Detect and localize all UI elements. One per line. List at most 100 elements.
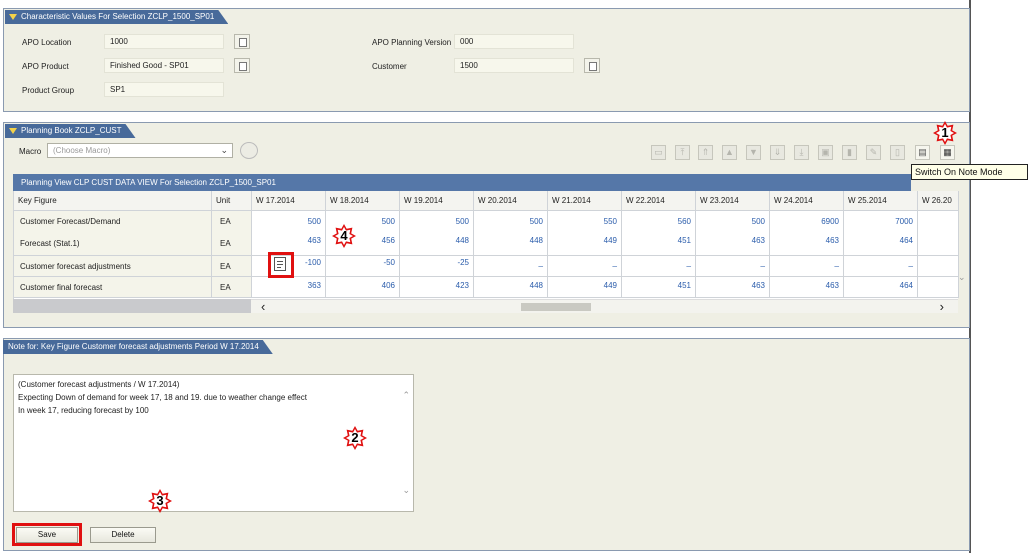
characteristics-title: Characteristic Values For Selection ZCLP… [21, 12, 215, 21]
apo-planning-version-field[interactable]: 000 [454, 34, 574, 49]
annotation-star-2: 2 [343, 426, 367, 450]
apo-product-value-help-icon[interactable] [234, 58, 250, 73]
grid-cell[interactable]: 500 [252, 211, 326, 233]
grid-cell[interactable]: 500 [696, 211, 770, 233]
grid-cell[interactable]: 406 [326, 277, 400, 298]
grid-cell[interactable]: _ [696, 256, 770, 277]
scroll-up-icon[interactable]: ⌃ [402, 389, 410, 402]
grid-cell[interactable]: 448 [400, 233, 474, 256]
grid-cell[interactable]: 500 [400, 211, 474, 233]
collapse-triangle-icon[interactable] [9, 128, 17, 134]
annotation-star-3: 3 [148, 489, 172, 513]
grid-cell[interactable]: 464 [844, 233, 918, 256]
delete-button[interactable]: Delete [90, 527, 156, 543]
grid-cell[interactable]: 449 [548, 277, 622, 298]
grid-cell[interactable]: _ [474, 256, 548, 277]
grid-cell[interactable]: 463 [770, 277, 844, 298]
column-header: W 24.2014 [770, 191, 844, 211]
toolbar-edit-icon[interactable]: ✎ [866, 145, 881, 160]
grid-cell[interactable]: 6900 [770, 211, 844, 233]
grid-cell[interactable]: 448 [474, 277, 548, 298]
scroll-left-icon[interactable]: ‹ [261, 299, 265, 314]
toolbar-up-icon[interactable]: ▲ [722, 145, 737, 160]
grid-cell[interactable] [918, 211, 959, 233]
grid-cell[interactable]: -25 [400, 256, 474, 277]
grid-cell[interactable]: 451 [622, 233, 696, 256]
execute-macro-icon[interactable] [240, 142, 258, 159]
grid-title: Planning View CLP CUST DATA VIEW For Sel… [13, 174, 911, 191]
grid-cell[interactable]: 449 [548, 233, 622, 256]
grid-cell[interactable]: 423 [400, 277, 474, 298]
column-header: W 18.2014 [326, 191, 400, 211]
planning-grid: Key Figure Unit W 17.2014 W 18.2014 W 19… [13, 191, 959, 299]
note-line: Expecting Down of demand for week 17, 18… [18, 393, 307, 402]
toolbar-page-down-icon[interactable]: ⇓ [770, 145, 785, 160]
row-key-figure: Customer Forecast/Demand [14, 211, 212, 233]
toolbar-find-icon[interactable]: ▣ [818, 145, 833, 160]
grid-cell[interactable]: 463 [696, 277, 770, 298]
toolbar-bottom-icon[interactable]: ⤓ [794, 145, 809, 160]
annotation-star-4: 4 [332, 224, 356, 248]
row-unit: EA [212, 211, 252, 233]
row-key-figure: Customer final forecast [14, 277, 212, 298]
switch-on-note-mode-icon[interactable]: ▦ [940, 145, 955, 160]
product-group-field[interactable]: SP1 [104, 82, 224, 97]
toolbar-lock-icon[interactable]: ▮ [842, 145, 857, 160]
grid-cell[interactable]: 560 [622, 211, 696, 233]
grid-cell[interactable]: 463 [770, 233, 844, 256]
customer-field[interactable]: 1500 [454, 58, 574, 73]
grid-cell[interactable]: _ [622, 256, 696, 277]
grid-cell[interactable]: 500 [474, 211, 548, 233]
grid-cell[interactable]: 363 [252, 277, 326, 298]
column-header: W 26.20 [918, 191, 959, 211]
column-header: W 22.2014 [622, 191, 696, 211]
field-label-product-group: Product Group [22, 86, 75, 95]
grid-cell[interactable]: 7000 [844, 211, 918, 233]
characteristics-panel-tab[interactable]: Characteristic Values For Selection ZCLP… [5, 10, 228, 24]
grid-cell[interactable]: 463 [696, 233, 770, 256]
macro-label: Macro [19, 147, 42, 156]
collapse-triangle-icon[interactable] [9, 14, 17, 20]
save-button[interactable]: Save [16, 527, 78, 543]
apo-location-value-help-icon[interactable] [234, 34, 250, 49]
customer-value-help-icon[interactable] [584, 58, 600, 73]
apo-product-field[interactable]: Finished Good - SP01 [104, 58, 224, 73]
grid-cell[interactable] [918, 277, 959, 298]
note-title: Note for: Key Figure Customer forecast a… [8, 342, 259, 351]
field-label-apo-location: APO Location [22, 38, 72, 47]
scrollbar-thumb[interactable] [521, 303, 591, 311]
grid-cell[interactable]: -50 [326, 256, 400, 277]
chevron-down-icon[interactable]: ⌄ [220, 144, 228, 157]
grid-cell[interactable]: 550 [548, 211, 622, 233]
apo-location-field[interactable]: 1000 [104, 34, 224, 49]
toolbar-notes-icon[interactable]: ▤ [915, 145, 930, 160]
grid-cell[interactable]: _ [548, 256, 622, 277]
scroll-right-icon[interactable]: › [940, 299, 944, 314]
macro-select[interactable]: (Choose Macro) ⌄ [47, 143, 233, 158]
toolbar-copy-icon[interactable]: ▯ [890, 145, 905, 160]
row-key-figure: Customer forecast adjustments [14, 256, 212, 277]
planning-book-title: Planning Book ZCLP_CUST [21, 126, 122, 135]
note-line: (Customer forecast adjustments / W 17.20… [18, 380, 180, 389]
grid-cell[interactable]: _ [844, 256, 918, 277]
column-header: W 21.2014 [548, 191, 622, 211]
vertical-scroll-arrow-icon[interactable]: ⌄ [958, 272, 968, 282]
horizontal-scrollbar[interactable]: ‹ › [251, 299, 958, 314]
grid-cell[interactable]: 448 [474, 233, 548, 256]
toolbar-print-icon[interactable]: ▭ [651, 145, 666, 160]
grid-cell[interactable] [918, 233, 959, 256]
column-header: W 17.2014 [252, 191, 326, 211]
toolbar-page-up-icon[interactable]: ⇑ [698, 145, 713, 160]
grid-cell[interactable] [918, 256, 959, 277]
planning-book-panel-tab[interactable]: Planning Book ZCLP_CUST [5, 124, 136, 138]
toolbar-down-icon[interactable]: ▼ [746, 145, 761, 160]
cell-note-icon[interactable] [274, 257, 286, 271]
toolbar-top-icon[interactable]: ⤒ [675, 145, 690, 160]
scroll-down-icon[interactable]: ⌄ [402, 484, 410, 497]
grid-footer-left [13, 299, 251, 313]
column-header: W 19.2014 [400, 191, 474, 211]
grid-cell[interactable]: _ [770, 256, 844, 277]
grid-cell[interactable]: 464 [844, 277, 918, 298]
grid-cell[interactable]: 451 [622, 277, 696, 298]
switch-on-note-mode-tooltip: Switch On Note Mode [911, 164, 1028, 180]
